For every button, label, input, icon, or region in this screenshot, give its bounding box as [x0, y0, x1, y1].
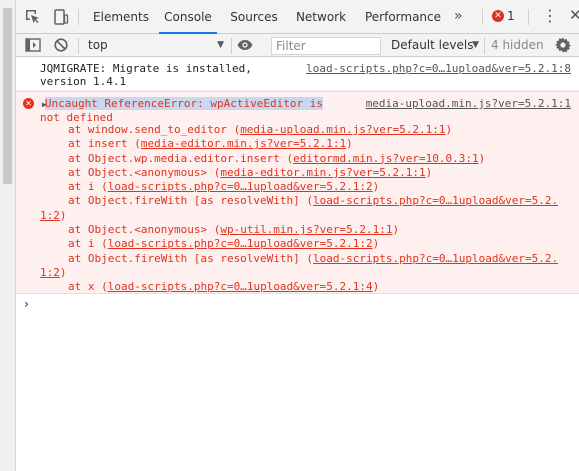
- console-prompt-icon[interactable]: ›: [24, 297, 29, 311]
- stack-frame: at insert (media-editor.min.js?ver=5.2.1…: [40, 137, 570, 151]
- stack-frame: at i (load-scripts.php?c=0…1upload&ver=5…: [40, 237, 570, 251]
- more-options-icon[interactable]: ⋮: [542, 7, 558, 25]
- log-levels-dropdown[interactable]: Default levels ▼: [391, 37, 479, 54]
- stack-frame-close: ): [425, 165, 433, 179]
- stack-frame-close: ): [346, 137, 353, 151]
- stack-frame-close: ): [478, 151, 486, 165]
- stack-frame: at Object.wp.media.editor.insert (editor…: [40, 152, 570, 166]
- stack-frame: at Object.<anonymous> (media-editor.min.…: [40, 166, 570, 180]
- tab-performance[interactable]: Performance: [362, 0, 444, 34]
- log-levels-label: Default levels: [391, 38, 474, 52]
- stack-frame: 1:2): [40, 266, 570, 280]
- filter-input[interactable]: [271, 37, 381, 55]
- stack-frame-source-link[interactable]: media-editor.min.js?ver=5.2.1:1: [220, 166, 425, 179]
- live-expression-eye-icon[interactable]: [236, 36, 254, 54]
- stack-frame-source-link[interactable]: 1:2: [40, 266, 60, 279]
- stack-frame-function: at window.send_to_editor (: [68, 123, 241, 136]
- log-text: JQMIGRATE: Migrate is installed, version…: [40, 62, 252, 88]
- console-toolbar: top ▼ Default levels ▼ 4 hidden: [16, 34, 579, 57]
- toolbar-divider: [231, 38, 232, 54]
- devtools-tabbar: Elements Console Sources Network Perform…: [16, 0, 579, 34]
- stack-frame-source-link[interactable]: load-scripts.php?c=0…1upload&ver=5.2.1:4: [108, 280, 373, 293]
- toolbar-divider: [528, 9, 529, 25]
- stack-frame-source-link[interactable]: editormd.min.js?ver=10.0.3:1: [293, 152, 478, 165]
- error-count[interactable]: 1: [507, 9, 515, 23]
- console-log-message: JQMIGRATE: Migrate is installed, version…: [16, 57, 579, 91]
- stack-frame-source-link[interactable]: media-upload.min.js?ver=5.2.1:1: [240, 123, 445, 136]
- console-output: JQMIGRATE: Migrate is installed, version…: [16, 57, 579, 471]
- stack-frame-function: at Object.wp.media.editor.insert (: [68, 151, 294, 165]
- stack-frame: at Object.fireWith [as resolveWith] (loa…: [40, 194, 570, 208]
- close-devtools-icon[interactable]: ✕: [569, 6, 579, 24]
- stack-frame-close: ): [372, 237, 380, 251]
- context-selector-value: top: [88, 38, 108, 52]
- stack-frame-function: at Object.<anonymous> (: [68, 223, 221, 237]
- stack-trace: at window.send_to_editor (media-upload.m…: [40, 123, 570, 295]
- stack-frame-function: at i (: [68, 237, 108, 251]
- console-error-message: ✕ ▶Uncaught ReferenceError: wpActiveEdit…: [16, 91, 579, 294]
- stack-frame-close: ): [392, 223, 400, 237]
- stack-frame: 1:2): [40, 209, 570, 223]
- stack-frame-source-link[interactable]: load-scripts.php?c=0…1upload&ver=5.2.1:2: [108, 237, 373, 250]
- toolbar-divider: [78, 38, 79, 54]
- stack-frame: at Object.fireWith [as resolveWith] (loa…: [40, 252, 570, 266]
- expand-triangle-icon[interactable]: ▶: [42, 100, 47, 109]
- more-tabs-button[interactable]: »: [454, 8, 463, 24]
- toolbar-divider: [78, 9, 79, 25]
- stack-frame-function: at Object.fireWith [as resolveWith] (: [68, 251, 314, 265]
- stack-frame-function: at x (: [68, 280, 108, 294]
- inspect-element-icon[interactable]: [24, 8, 42, 26]
- stack-frame-function: at insert (: [68, 137, 141, 151]
- device-toolbar-icon[interactable]: [52, 8, 70, 26]
- stack-frame: at i (load-scripts.php?c=0…1upload&ver=5…: [40, 180, 570, 194]
- error-icon: ✕: [23, 98, 34, 109]
- tab-network[interactable]: Network: [292, 0, 350, 34]
- tab-console[interactable]: Console: [159, 0, 217, 34]
- stack-frame-close: ): [59, 208, 67, 222]
- toolbar-divider: [482, 9, 483, 25]
- stack-frame-close: ): [372, 280, 380, 294]
- log-source-link[interactable]: load-scripts.php?c=0…1upload&ver=5.2.1:8: [306, 62, 571, 75]
- error-source-link[interactable]: media-upload.min.js?ver=5.2.1:1: [366, 97, 571, 110]
- stack-frame-source-link[interactable]: load-scripts.php?c=0…1upload&ver=5.2.: [313, 252, 558, 265]
- hidden-messages-count: 4 hidden: [484, 37, 544, 54]
- tab-elements[interactable]: Elements: [90, 0, 152, 34]
- stack-frame-function: at Object.<anonymous> (: [68, 165, 221, 179]
- stack-frame-source-link[interactable]: 1:2: [40, 209, 60, 222]
- stack-frame-close: ): [372, 180, 380, 194]
- stack-frame-source-link[interactable]: wp-util.min.js?ver=5.2.1:1: [220, 223, 392, 236]
- stack-frame-source-link[interactable]: media-editor.min.js?ver=5.2.1:1: [141, 137, 346, 150]
- stack-frame-source-link[interactable]: load-scripts.php?c=0…1upload&ver=5.2.1:2: [108, 180, 373, 193]
- console-settings-icon[interactable]: [554, 36, 572, 54]
- stack-frame: at x (load-scripts.php?c=0…1upload&ver=5…: [40, 280, 570, 294]
- stack-frame-close: ): [445, 123, 453, 136]
- scrollbar-thumb[interactable]: [3, 8, 12, 184]
- error-count-icon[interactable]: ✕: [492, 10, 504, 22]
- error-message-head: Uncaught ReferenceError: wpActiveEditor …: [44, 97, 323, 110]
- error-message[interactable]: ▶Uncaught ReferenceError: wpActiveEditor…: [40, 97, 410, 124]
- stack-frame: at window.send_to_editor (media-upload.m…: [40, 123, 570, 137]
- left-scrollbar[interactable]: [0, 0, 16, 471]
- stack-frame-function: at Object.fireWith [as resolveWith] (: [68, 194, 314, 208]
- show-sidebar-icon[interactable]: [24, 36, 42, 54]
- tab-sources[interactable]: Sources: [226, 0, 282, 34]
- clear-console-icon[interactable]: [52, 36, 70, 54]
- chevron-down-icon: ▼: [217, 40, 224, 50]
- stack-frame-function: at i (: [68, 180, 108, 194]
- stack-frame-close: ): [59, 265, 67, 279]
- stack-frame: at Object.<anonymous> (wp-util.min.js?ve…: [40, 223, 570, 237]
- chevron-down-icon: ▼: [472, 40, 479, 50]
- context-selector[interactable]: top ▼: [84, 37, 224, 54]
- stack-frame-source-link[interactable]: load-scripts.php?c=0…1upload&ver=5.2.: [313, 194, 558, 207]
